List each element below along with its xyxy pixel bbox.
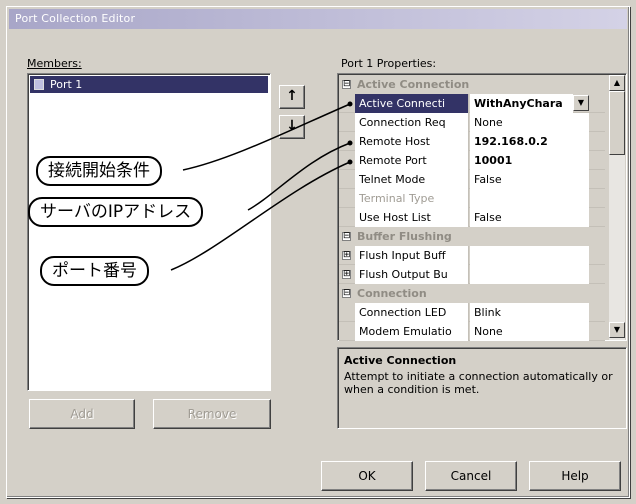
- property-row[interactable]: Connection LED Blink: [339, 303, 605, 322]
- expand-icon[interactable]: ⊞: [342, 251, 351, 260]
- property-name: Connection LED: [355, 303, 469, 322]
- property-value[interactable]: 192.168.0.2: [470, 132, 589, 151]
- property-name: Terminal Type: [355, 189, 469, 208]
- collapse-icon[interactable]: ⊟: [342, 232, 351, 241]
- property-value[interactable]: False: [470, 170, 589, 189]
- callout-server-ip: サーバのIPアドレス: [28, 197, 204, 227]
- property-row[interactable]: ⊞ Flush Input Buff: [339, 246, 605, 265]
- property-grid[interactable]: ⊟ Active Connection Active Connecti WithAny…: [337, 73, 627, 341]
- description-title: Active Connection: [344, 354, 457, 367]
- property-value[interactable]: None: [470, 322, 589, 341]
- property-row[interactable]: Remote Host 192.168.0.2: [339, 132, 605, 151]
- dialog-title: Port Collection Editor: [15, 12, 136, 25]
- property-row[interactable]: Active Connecti WithAnyChara ▼: [339, 94, 605, 113]
- callout-port-number: ポート番号: [40, 256, 149, 286]
- category-label: Active Connection: [357, 78, 470, 91]
- scroll-thumb[interactable]: [609, 91, 625, 155]
- move-up-button[interactable]: ↑: [279, 85, 305, 109]
- property-name: Remote Port: [355, 151, 469, 170]
- property-category[interactable]: ⊟ Buffer Flushing: [339, 227, 605, 246]
- description-text: Attempt to initiate a connection automat…: [344, 370, 613, 396]
- members-list[interactable]: Port 1: [27, 73, 271, 391]
- move-down-button[interactable]: ↓: [279, 115, 305, 139]
- property-value[interactable]: False: [470, 208, 589, 227]
- members-label: Members:: [27, 57, 82, 70]
- description-panel: Active Connection Attempt to initiate a …: [337, 347, 627, 429]
- list-item[interactable]: Port 1: [30, 76, 268, 93]
- scroll-down-arrow-icon[interactable]: ▼: [609, 322, 625, 338]
- property-value[interactable]: [470, 189, 589, 208]
- property-category[interactable]: ⊟ Active Connection: [339, 75, 605, 94]
- property-name: Connection Req: [355, 113, 469, 132]
- expand-icon[interactable]: ⊞: [342, 270, 351, 279]
- property-name: Modem Emulatio: [355, 322, 469, 341]
- property-row[interactable]: Remote Port 10001: [339, 151, 605, 170]
- property-row[interactable]: ⊞ Flush Output Bu: [339, 265, 605, 284]
- property-scrollbar[interactable]: ▲ ▼: [609, 75, 625, 340]
- title-bar: Port Collection Editor: [9, 9, 627, 29]
- remove-button[interactable]: Remove: [153, 399, 271, 429]
- property-name: Flush Output Bu: [355, 265, 469, 284]
- property-row[interactable]: Modem Emulatio None: [339, 322, 605, 341]
- callout-connection-condition: 接続開始条件: [36, 156, 162, 186]
- dropdown-arrow-icon[interactable]: ▼: [573, 95, 589, 111]
- property-value[interactable]: [470, 265, 589, 284]
- member-item-label: Port 1: [50, 78, 83, 91]
- properties-label: Port 1 Properties:: [341, 57, 437, 70]
- port-collection-editor-dialog: Port Collection Editor Members: Port 1 ↑…: [6, 6, 630, 498]
- property-row[interactable]: Terminal Type: [339, 189, 605, 208]
- property-value[interactable]: Blink: [470, 303, 589, 322]
- property-value[interactable]: None: [470, 113, 589, 132]
- property-name: Flush Input Buff: [355, 246, 469, 265]
- property-row[interactable]: Connection Req None: [339, 113, 605, 132]
- property-value[interactable]: WithAnyChara: [470, 94, 573, 113]
- category-label: Buffer Flushing: [357, 230, 452, 243]
- property-name: Remote Host: [355, 132, 469, 151]
- category-label: Connection: [357, 287, 427, 300]
- property-name: Telnet Mode: [355, 170, 469, 189]
- property-category[interactable]: ⊟ Connection: [339, 284, 605, 303]
- port-icon: [34, 79, 44, 90]
- property-row[interactable]: Use Host List False: [339, 208, 605, 227]
- add-button[interactable]: Add: [29, 399, 135, 429]
- property-row[interactable]: Telnet Mode False: [339, 170, 605, 189]
- property-name: Active Connecti: [355, 94, 469, 113]
- scroll-up-arrow-icon[interactable]: ▲: [609, 75, 625, 91]
- ok-button[interactable]: OK: [321, 461, 413, 491]
- cancel-button[interactable]: Cancel: [425, 461, 517, 491]
- property-value[interactable]: [470, 246, 589, 265]
- collapse-icon[interactable]: ⊟: [342, 80, 351, 89]
- collapse-icon[interactable]: ⊟: [342, 289, 351, 298]
- property-name: Use Host List: [355, 208, 469, 227]
- help-button[interactable]: Help: [529, 461, 621, 491]
- property-value[interactable]: 10001: [470, 151, 589, 170]
